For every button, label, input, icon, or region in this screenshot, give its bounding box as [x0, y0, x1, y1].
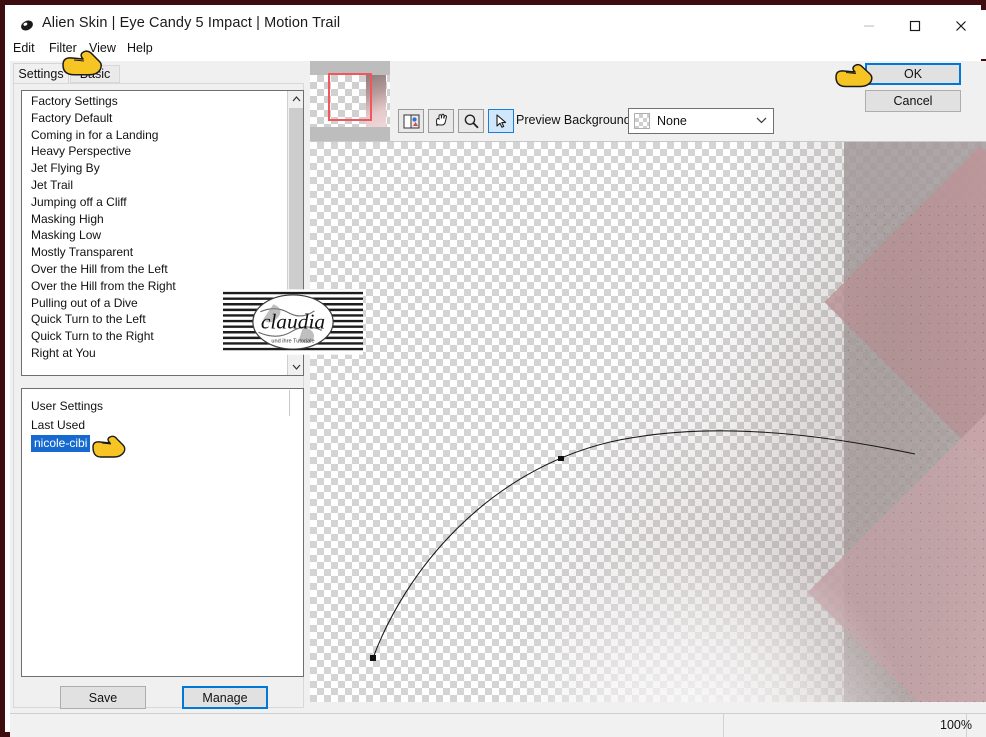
menu-item-filter[interactable]: Filter — [49, 41, 77, 55]
thumbnail-bottom-band — [310, 127, 390, 141]
list-item[interactable]: Factory Settings — [22, 93, 287, 110]
list-item[interactable]: Heavy Perspective — [22, 143, 287, 160]
app-icon — [18, 17, 36, 35]
preview-background-value: None — [657, 114, 687, 128]
chevron-down-icon[interactable] — [756, 116, 767, 127]
preview-background-select[interactable]: None — [628, 108, 774, 134]
status-separator — [723, 714, 724, 737]
watermark-claudia-overlay: claudia und ihre Tutoriale — [223, 288, 363, 356]
compare-preview-icon[interactable] — [398, 109, 424, 133]
list-item[interactable]: Jet Flying By — [22, 160, 287, 177]
ok-button[interactable]: OK — [865, 63, 961, 85]
list-item[interactable]: Masking Low — [22, 227, 287, 244]
list-item[interactable]: Coming in for a Landing — [22, 127, 287, 144]
preview-panel: Preview Background: None OK Cancel — [310, 61, 986, 713]
menu-item-edit[interactable]: Edit — [13, 41, 35, 55]
navigator-thumbnail[interactable] — [310, 61, 390, 141]
maximize-button[interactable] — [892, 10, 938, 41]
list-item[interactable]: Mostly Transparent — [22, 244, 287, 261]
hand-pan-icon[interactable] — [428, 109, 454, 133]
motion-trail-path[interactable] — [310, 142, 986, 702]
list-item[interactable]: Factory Default — [22, 110, 287, 127]
window-title: Alien Skin | Eye Candy 5 Impact | Motion… — [42, 15, 341, 31]
tab-settings[interactable]: Settings — [13, 63, 69, 84]
menu-item-view[interactable]: View — [89, 41, 116, 55]
svg-text:und ihre Tutoriale: und ihre Tutoriale — [271, 339, 314, 345]
zoom-magnifier-icon[interactable] — [458, 109, 484, 133]
transparency-swatch-icon — [634, 113, 650, 129]
preview-canvas[interactable] — [310, 141, 986, 702]
chevron-up-icon[interactable] — [288, 91, 303, 107]
hand-cursor-icon — [90, 431, 132, 464]
list-item[interactable]: Over the Hill from the Left — [22, 261, 287, 278]
user-settings-items: User Settings Last Used nicole-cibi — [22, 396, 303, 458]
dialog-button-group: OK Cancel — [835, 61, 985, 112]
list-item[interactable]: Jet Trail — [22, 177, 287, 194]
preview-background-label: Preview Background: — [516, 113, 635, 127]
path-handle-start — [370, 655, 376, 661]
cancel-button[interactable]: Cancel — [865, 90, 961, 112]
watermark-text: claudia — [261, 310, 325, 334]
list-item[interactable]: Jumping off a Cliff — [22, 194, 287, 211]
status-bar: 100% — [10, 713, 986, 737]
user-settings-list[interactable]: User Settings Last Used nicole-cibi — [21, 388, 304, 677]
list-item-nicole-cibi[interactable]: nicole-cibi — [31, 435, 91, 452]
settings-panel: Settings Basic Factory Settings Factory … — [10, 61, 310, 713]
manage-button[interactable]: Manage — [182, 686, 268, 709]
menu-item-help[interactable]: Help — [127, 41, 153, 55]
list-item-last-used[interactable]: Last Used — [22, 416, 303, 435]
list-item[interactable]: Masking High — [22, 211, 287, 228]
preview-toolbar: Preview Background: None OK Cancel — [310, 61, 986, 141]
application-window: Alien Skin | Eye Candy 5 Impact | Motion… — [0, 0, 986, 737]
tab-strip: Settings Basic — [10, 61, 310, 84]
menu-bar: Edit Filter View Help — [10, 41, 986, 59]
close-button[interactable] — [938, 10, 984, 41]
zoom-level-indicator: 100% — [940, 718, 972, 732]
preset-button-row: Save Manage — [21, 686, 304, 710]
thumbnail-viewport-rect[interactable] — [328, 73, 372, 121]
arrow-select-icon[interactable] — [488, 109, 514, 133]
save-button[interactable]: Save — [60, 686, 146, 709]
chevron-down-icon[interactable] — [288, 359, 303, 375]
list-item-user-settings-header: User Settings — [31, 399, 104, 413]
tab-basic[interactable]: Basic — [70, 65, 120, 83]
title-bar: Alien Skin | Eye Candy 5 Impact | Motion… — [10, 10, 986, 41]
minimize-button[interactable] — [846, 10, 892, 41]
path-handle-mid — [558, 456, 564, 461]
